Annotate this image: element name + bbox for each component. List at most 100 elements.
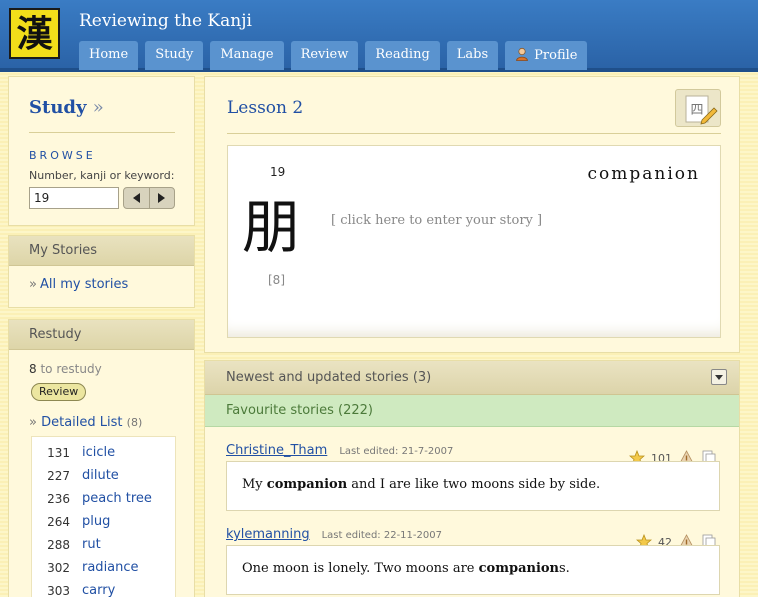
- item-keyword[interactable]: peach tree: [82, 491, 152, 506]
- item-keyword[interactable]: dilute: [82, 468, 119, 483]
- newest-stories-label: Newest and updated stories (3): [226, 370, 432, 385]
- chevron-down-icon: [715, 374, 723, 380]
- nav-labs[interactable]: Labs: [446, 41, 499, 70]
- main-nav: Home Study Manage Review Reading Labs Pr…: [79, 41, 588, 70]
- detailed-list-count: (8): [126, 416, 143, 429]
- list-item[interactable]: 227 dilute: [32, 466, 175, 489]
- story-meta: Christine_Tham Last edited: 21-7-2007: [226, 443, 453, 458]
- nav-study-label: Study: [155, 47, 194, 62]
- nav-home[interactable]: Home: [79, 41, 139, 70]
- story-text-part: My: [242, 477, 267, 492]
- nav-reading[interactable]: Reading: [365, 41, 440, 70]
- my-stories-title: My Stories: [9, 236, 194, 266]
- study-heading[interactable]: Study »: [29, 97, 104, 118]
- item-keyword[interactable]: carry: [82, 583, 115, 597]
- site-logo[interactable]: 漢: [9, 8, 60, 59]
- restudy-list: 131 icicle 227 dilute 236 peach tree 264 plu…: [31, 436, 176, 597]
- story-text: My companion and I are like two moons si…: [226, 461, 720, 511]
- item-number: 131: [47, 446, 70, 460]
- item-number: 288: [47, 538, 70, 552]
- study-arrow: »: [92, 97, 104, 118]
- list-item[interactable]: 288 rut: [32, 535, 175, 558]
- item-number: 303: [47, 584, 70, 597]
- keyword-label: Number, kanji or keyword:: [29, 169, 175, 182]
- nav-review[interactable]: Review: [290, 41, 359, 70]
- favourite-stories-header[interactable]: Favourite stories (222): [205, 395, 739, 427]
- site-title[interactable]: Reviewing the Kanji: [79, 11, 252, 31]
- story-text-part: s.: [559, 561, 570, 576]
- detailed-list-label: Detailed List: [41, 415, 123, 430]
- divider: [29, 132, 175, 133]
- nav-reading-label: Reading: [375, 47, 430, 62]
- kanji-card: 19 朋 [8] companion [ click here to enter…: [227, 145, 721, 338]
- item-number: 227: [47, 469, 70, 483]
- story-author-link[interactable]: kylemanning: [226, 527, 310, 542]
- list-item[interactable]: 264 plug: [32, 512, 175, 535]
- svg-text:四: 四: [690, 103, 703, 118]
- nav-manage[interactable]: Manage: [210, 41, 284, 70]
- nav-home-label: Home: [89, 47, 129, 62]
- stroke-count: [8]: [268, 273, 285, 287]
- browse-label: BROWSE: [29, 149, 96, 162]
- next-button[interactable]: [148, 188, 175, 208]
- study-panel: Study » BROWSE Number, kanji or keyword:: [8, 76, 195, 226]
- story-text-part: and I are like two moons side by side.: [347, 477, 601, 492]
- item-keyword[interactable]: radiance: [82, 560, 139, 575]
- kanji-keyword: companion: [587, 164, 700, 184]
- nav-profile-label: Profile: [534, 48, 578, 63]
- nav-review-label: Review: [300, 47, 349, 62]
- logo-kanji: 漢: [16, 12, 53, 55]
- story-meta: kylemanning Last edited: 22-11-2007: [226, 527, 442, 542]
- divider: [227, 133, 721, 134]
- nav-manage-label: Manage: [220, 47, 274, 62]
- my-stories-panel: My Stories » All my stories: [8, 235, 195, 308]
- shared-stories-panel: Newest and updated stories (3) Favourite…: [204, 360, 740, 597]
- story-edited: Last edited: 21-7-2007: [339, 446, 454, 457]
- edit-kanji-button[interactable]: 四: [675, 89, 721, 127]
- study-heading-label: Study: [29, 97, 87, 118]
- item-keyword[interactable]: rut: [82, 537, 101, 552]
- arrow-left-icon: [132, 193, 140, 203]
- keyword-input[interactable]: [29, 187, 119, 209]
- lesson-title: Lesson 2: [227, 98, 304, 118]
- story-keyword: companion: [478, 561, 560, 576]
- restudy-count-number: 8: [29, 362, 37, 376]
- newest-stories-header[interactable]: Newest and updated stories (3): [205, 361, 739, 395]
- list-item[interactable]: 302 radiance: [32, 558, 175, 581]
- link-arrow: »: [29, 415, 37, 430]
- all-my-stories-link[interactable]: » All my stories: [29, 277, 128, 292]
- nav-study[interactable]: Study: [145, 41, 204, 70]
- review-button[interactable]: Review: [31, 383, 87, 401]
- story-author-link[interactable]: Christine_Tham: [226, 443, 327, 458]
- restudy-count-text: to restudy: [40, 362, 102, 376]
- all-my-stories-label: All my stories: [39, 277, 129, 292]
- list-item[interactable]: 131 icicle: [32, 443, 175, 466]
- item-number: 236: [47, 492, 70, 506]
- story-editor[interactable]: [ click here to enter your story ]: [331, 213, 542, 228]
- story-text: One moon is lonely. Two moons are compan…: [226, 545, 720, 595]
- item-keyword[interactable]: icicle: [82, 445, 115, 460]
- user-icon: [516, 47, 529, 61]
- nav-labs-label: Labs: [456, 47, 489, 62]
- prev-next-buttons: [123, 187, 175, 209]
- lesson-panel: Lesson 2 四 19 朋 [8] companion [ click he…: [204, 76, 740, 353]
- list-item[interactable]: 303 carry: [32, 581, 175, 597]
- list-item[interactable]: 236 peach tree: [32, 489, 175, 512]
- detailed-list-link[interactable]: » Detailed List (8): [29, 415, 142, 430]
- kanji-character: 朋: [242, 193, 301, 261]
- item-number: 264: [47, 515, 70, 529]
- arrow-right-icon: [158, 193, 166, 203]
- restudy-panel: Restudy 8 to restudy Review » Detailed L…: [8, 319, 195, 597]
- frame-number: 19: [270, 165, 286, 179]
- nav-profile[interactable]: Profile: [505, 41, 588, 70]
- edit-kanji-icon: 四: [685, 95, 718, 125]
- story-edited: Last edited: 22-11-2007: [321, 530, 442, 541]
- link-arrow: »: [29, 277, 37, 292]
- item-number: 302: [47, 561, 70, 575]
- item-keyword[interactable]: plug: [82, 514, 110, 529]
- restudy-count: 8 to restudy: [29, 362, 102, 376]
- prev-button[interactable]: [124, 188, 149, 208]
- restudy-title: Restudy: [9, 320, 194, 350]
- story-text-part: One moon is lonely. Two moons are: [242, 561, 479, 576]
- expand-dropdown-button[interactable]: [711, 369, 727, 385]
